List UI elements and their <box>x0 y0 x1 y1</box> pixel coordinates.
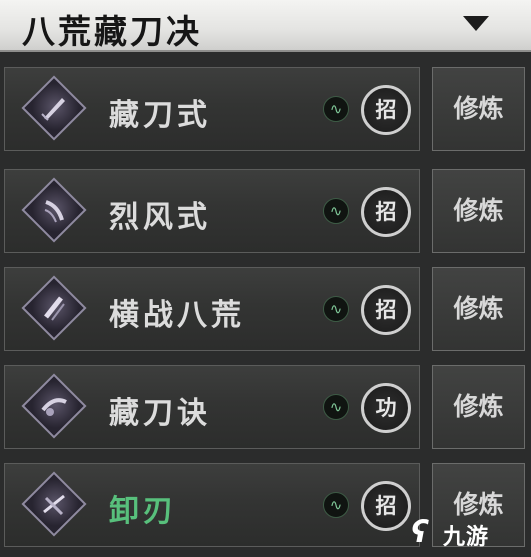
skill-icon <box>21 75 87 141</box>
skill-panel[interactable]: 藏刀式 ∿ 招 <box>4 67 420 151</box>
skill-panel[interactable]: 藏刀诀 ∿ 功 <box>4 365 420 449</box>
switch-icon[interactable]: ∿ <box>323 394 349 420</box>
skill-type-badge: 招 <box>361 481 411 531</box>
watermark: ʕ 九游 <box>411 513 521 550</box>
train-button[interactable]: 修炼 <box>432 267 525 351</box>
section-title: 八荒藏刀决 <box>22 12 202 51</box>
skill-list: 藏刀式 ∿ 招 修炼 烈风式 ∿ 招 修炼 横战八荒 ∿ 招 修炼 藏刀诀 ∿ … <box>0 56 531 557</box>
skill-panel[interactable]: 烈风式 ∿ 招 <box>4 169 420 253</box>
switch-icon[interactable]: ∿ <box>323 492 349 518</box>
skill-icon <box>21 275 87 341</box>
section-header: 八荒藏刀决 <box>0 0 531 52</box>
switch-icon[interactable]: ∿ <box>323 296 349 322</box>
skill-name: 藏刀式 <box>109 98 211 133</box>
skill-icon <box>21 177 87 243</box>
skill-row: 藏刀式 ∿ 招 修炼 <box>0 67 531 151</box>
train-button[interactable]: 修炼 <box>432 169 525 253</box>
skill-row: 烈风式 ∿ 招 修炼 <box>0 169 531 253</box>
skill-name: 藏刀诀 <box>109 396 211 431</box>
dropdown-arrow-icon[interactable] <box>463 16 489 31</box>
skill-icon <box>21 471 87 537</box>
skill-panel[interactable]: 横战八荒 ∿ 招 <box>4 267 420 351</box>
skill-name: 烈风式 <box>109 200 211 235</box>
skill-type-badge: 功 <box>361 383 411 433</box>
skill-icon <box>21 373 87 439</box>
watermark-logo-icon: ʕ <box>411 515 429 550</box>
skill-panel[interactable]: 卸刃 ∿ 招 <box>4 463 420 547</box>
skill-row: 横战八荒 ∿ 招 修炼 <box>0 267 531 351</box>
skill-name: 卸刃 <box>109 494 177 529</box>
skill-name: 横战八荒 <box>109 298 245 333</box>
train-button[interactable]: 修炼 <box>432 365 525 449</box>
switch-icon[interactable]: ∿ <box>323 198 349 224</box>
switch-icon[interactable]: ∿ <box>323 96 349 122</box>
skill-row: 藏刀诀 ∿ 功 修炼 <box>0 365 531 449</box>
watermark-text: 九游 <box>443 524 490 550</box>
skill-type-badge: 招 <box>361 187 411 237</box>
skill-type-badge: 招 <box>361 285 411 335</box>
train-button[interactable]: 修炼 <box>432 67 525 151</box>
skill-type-badge: 招 <box>361 85 411 135</box>
